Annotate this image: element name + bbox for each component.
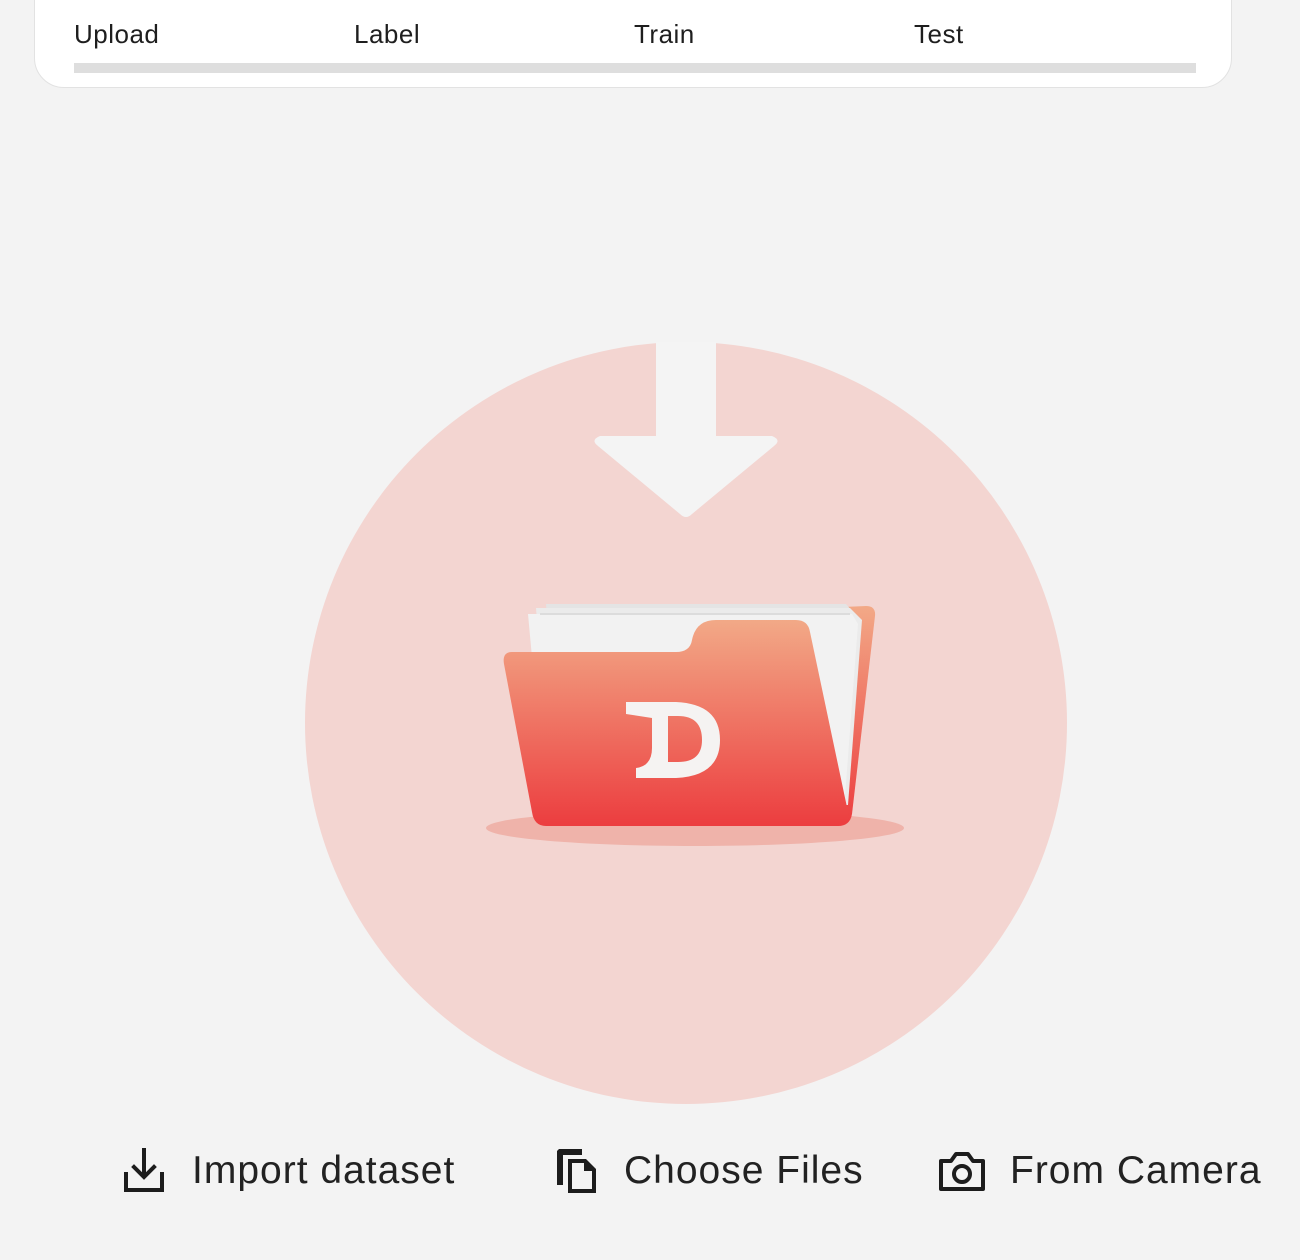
camera-icon [936, 1143, 988, 1199]
choose-files-button[interactable]: Choose Files [550, 1140, 864, 1202]
choose-files-label: Choose Files [624, 1149, 864, 1192]
download-tray-icon [118, 1143, 170, 1199]
from-camera-button[interactable]: From Camera [936, 1140, 1262, 1202]
upload-illustration[interactable] [0, 0, 1300, 1260]
import-dataset-button[interactable]: Import dataset [118, 1140, 455, 1202]
from-camera-label: From Camera [1010, 1149, 1262, 1192]
import-dataset-label: Import dataset [192, 1149, 456, 1192]
copy-files-icon [550, 1143, 602, 1199]
